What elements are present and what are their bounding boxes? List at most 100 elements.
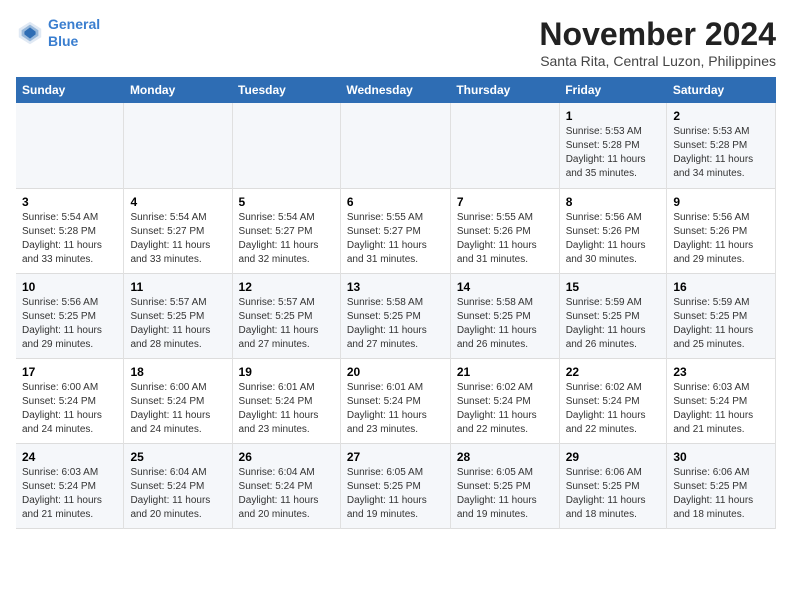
- day-number: 8: [566, 195, 661, 209]
- day-number: 6: [347, 195, 444, 209]
- day-number: 14: [457, 280, 553, 294]
- calendar-cell: 15Sunrise: 5:59 AMSunset: 5:25 PMDayligh…: [559, 273, 667, 358]
- calendar-cell: 3Sunrise: 5:54 AMSunset: 5:28 PMDaylight…: [16, 188, 124, 273]
- day-number: 11: [130, 280, 225, 294]
- day-info: Sunrise: 5:54 AMSunset: 5:28 PMDaylight:…: [22, 211, 117, 267]
- day-info: Sunrise: 6:04 AMSunset: 5:24 PMDaylight:…: [130, 466, 225, 522]
- header-sunday: Sunday: [16, 77, 124, 103]
- calendar-cell: 1Sunrise: 5:53 AMSunset: 5:28 PMDaylight…: [559, 103, 667, 188]
- header-row: Sunday Monday Tuesday Wednesday Thursday…: [16, 77, 776, 103]
- calendar-cell: 27 Sunrise: 6:05 AMSunset: 5:25 PMDayligh…: [340, 443, 450, 528]
- calendar-cell: 8 Sunrise: 5:56 AMSunset: 5:26 PMDaylight…: [559, 188, 667, 273]
- day-number: 28: [457, 450, 553, 464]
- day-info: Sunrise: 6:05 AMSunset: 5:25 PMDaylight:…: [347, 466, 444, 522]
- day-number: 18: [130, 365, 225, 379]
- calendar-week-3: 10 Sunrise: 5:56 AMSunset: 5:25 PMDayligh…: [16, 273, 776, 358]
- day-info: Sunrise: 6:06 AMSunset: 5:25 PMDaylight:…: [673, 466, 769, 522]
- logo-line1: General: [48, 16, 100, 32]
- header-friday: Friday: [559, 77, 667, 103]
- day-info: Sunrise: 6:01 AMSunset: 5:24 PMDaylight:…: [347, 381, 444, 437]
- calendar-cell: 20Sunrise: 6:01 AMSunset: 5:24 PMDayligh…: [340, 358, 450, 443]
- calendar-cell: [16, 103, 124, 188]
- calendar-cell: 26 Sunrise: 6:04 AMSunset: 5:24 PMDayligh…: [232, 443, 340, 528]
- day-info: Sunrise: 6:03 AMSunset: 5:24 PMDaylight:…: [22, 466, 117, 522]
- header-thursday: Thursday: [450, 77, 559, 103]
- calendar-cell: [124, 103, 232, 188]
- title-area: November 2024 Santa Rita, Central Luzon,…: [539, 16, 776, 69]
- calendar-cell: 13 Sunrise: 5:58 AMSunset: 5:25 PMDayligh…: [340, 273, 450, 358]
- day-number: 5: [239, 195, 334, 209]
- calendar-cell: 16Sunrise: 5:59 AMSunset: 5:25 PMDayligh…: [667, 273, 776, 358]
- calendar-cell: 5Sunrise: 5:54 AMSunset: 5:27 PMDaylight…: [232, 188, 340, 273]
- day-info: Sunrise: 6:02 AMSunset: 5:24 PMDaylight:…: [566, 381, 661, 437]
- day-info: Sunrise: 5:56 AMSunset: 5:25 PMDaylight:…: [22, 296, 117, 352]
- day-number: 26: [239, 450, 334, 464]
- calendar-cell: [340, 103, 450, 188]
- calendar-cell: 28 Sunrise: 6:05 AMSunset: 5:25 PMDayligh…: [450, 443, 559, 528]
- day-info: Sunrise: 5:57 AMSunset: 5:25 PMDaylight:…: [130, 296, 225, 352]
- day-number: 10: [22, 280, 117, 294]
- header-monday: Monday: [124, 77, 232, 103]
- day-number: 13: [347, 280, 444, 294]
- day-info: Sunrise: 5:54 AMSunset: 5:27 PMDaylight:…: [130, 211, 225, 267]
- calendar-cell: 29Sunrise: 6:06 AMSunset: 5:25 PMDayligh…: [559, 443, 667, 528]
- day-number: 23: [673, 365, 769, 379]
- day-info: Sunrise: 5:55 AMSunset: 5:26 PMDaylight:…: [457, 211, 553, 267]
- day-number: 27: [347, 450, 444, 464]
- day-number: 29: [566, 450, 661, 464]
- month-title: November 2024: [539, 16, 776, 53]
- day-info: Sunrise: 6:05 AMSunset: 5:25 PMDaylight:…: [457, 466, 553, 522]
- calendar-cell: 30 Sunrise: 6:06 AMSunset: 5:25 PMDayligh…: [667, 443, 776, 528]
- calendar-cell: 19 Sunrise: 6:01 AMSunset: 5:24 PMDayligh…: [232, 358, 340, 443]
- calendar-cell: 24 Sunrise: 6:03 AMSunset: 5:24 PMDayligh…: [16, 443, 124, 528]
- day-info: Sunrise: 6:03 AMSunset: 5:24 PMDaylight:…: [673, 381, 769, 437]
- day-number: 2: [673, 109, 769, 123]
- day-info: Sunrise: 6:01 AMSunset: 5:24 PMDaylight:…: [239, 381, 334, 437]
- calendar-week-5: 24 Sunrise: 6:03 AMSunset: 5:24 PMDayligh…: [16, 443, 776, 528]
- calendar-cell: 9Sunrise: 5:56 AMSunset: 5:26 PMDaylight…: [667, 188, 776, 273]
- day-number: 7: [457, 195, 553, 209]
- day-info: Sunrise: 5:55 AMSunset: 5:27 PMDaylight:…: [347, 211, 444, 267]
- calendar-header: Sunday Monday Tuesday Wednesday Thursday…: [16, 77, 776, 103]
- day-info: Sunrise: 6:04 AMSunset: 5:24 PMDaylight:…: [239, 466, 334, 522]
- calendar-cell: [232, 103, 340, 188]
- location-subtitle: Santa Rita, Central Luzon, Philippines: [539, 53, 776, 69]
- day-info: Sunrise: 5:58 AMSunset: 5:25 PMDaylight:…: [457, 296, 553, 352]
- header-saturday: Saturday: [667, 77, 776, 103]
- calendar-cell: 12 Sunrise: 5:57 AMSunset: 5:25 PMDayligh…: [232, 273, 340, 358]
- day-info: Sunrise: 5:57 AMSunset: 5:25 PMDaylight:…: [239, 296, 334, 352]
- day-info: Sunrise: 6:00 AMSunset: 5:24 PMDaylight:…: [22, 381, 117, 437]
- calendar-cell: 23 Sunrise: 6:03 AMSunset: 5:24 PMDayligh…: [667, 358, 776, 443]
- logo-line2: Blue: [48, 33, 78, 49]
- day-number: 21: [457, 365, 553, 379]
- day-number: 16: [673, 280, 769, 294]
- day-number: 30: [673, 450, 769, 464]
- day-info: Sunrise: 5:56 AMSunset: 5:26 PMDaylight:…: [673, 211, 769, 267]
- day-info: Sunrise: 5:59 AMSunset: 5:25 PMDaylight:…: [566, 296, 661, 352]
- day-number: 24: [22, 450, 117, 464]
- day-number: 12: [239, 280, 334, 294]
- header-wednesday: Wednesday: [340, 77, 450, 103]
- calendar-body: 1 Sunrise: 5:53 AMSunset: 5:28 PMDaylight…: [16, 103, 776, 528]
- calendar-week-4: 17Sunrise: 6:00 AMSunset: 5:24 PMDayligh…: [16, 358, 776, 443]
- header: General Blue November 2024 Santa Rita, C…: [16, 16, 776, 69]
- day-number: 19: [239, 365, 334, 379]
- header-tuesday: Tuesday: [232, 77, 340, 103]
- day-info: Sunrise: 5:53 AMSunset: 5:28 PMDaylight:…: [673, 125, 769, 181]
- calendar-cell: 22Sunrise: 6:02 AMSunset: 5:24 PMDayligh…: [559, 358, 667, 443]
- calendar-cell: [450, 103, 559, 188]
- day-info: Sunrise: 5:58 AMSunset: 5:25 PMDaylight:…: [347, 296, 444, 352]
- logo-icon: [16, 19, 44, 47]
- calendar-cell: 2 Sunrise: 5:53 AMSunset: 5:28 PMDaylight…: [667, 103, 776, 188]
- calendar-cell: 25 Sunrise: 6:04 AMSunset: 5:24 PMDayligh…: [124, 443, 232, 528]
- day-number: 25: [130, 450, 225, 464]
- calendar-cell: 6 Sunrise: 5:55 AMSunset: 5:27 PMDaylight…: [340, 188, 450, 273]
- day-number: 1: [566, 109, 661, 123]
- calendar-cell: 18Sunrise: 6:00 AMSunset: 5:24 PMDayligh…: [124, 358, 232, 443]
- calendar-cell: 17Sunrise: 6:00 AMSunset: 5:24 PMDayligh…: [16, 358, 124, 443]
- calendar-table: Sunday Monday Tuesday Wednesday Thursday…: [16, 77, 776, 529]
- day-info: Sunrise: 5:56 AMSunset: 5:26 PMDaylight:…: [566, 211, 661, 267]
- day-number: 4: [130, 195, 225, 209]
- calendar-week-1: 1 Sunrise: 5:53 AMSunset: 5:28 PMDaylight…: [16, 103, 776, 188]
- calendar-cell: 14 Sunrise: 5:58 AMSunset: 5:25 PMDayligh…: [450, 273, 559, 358]
